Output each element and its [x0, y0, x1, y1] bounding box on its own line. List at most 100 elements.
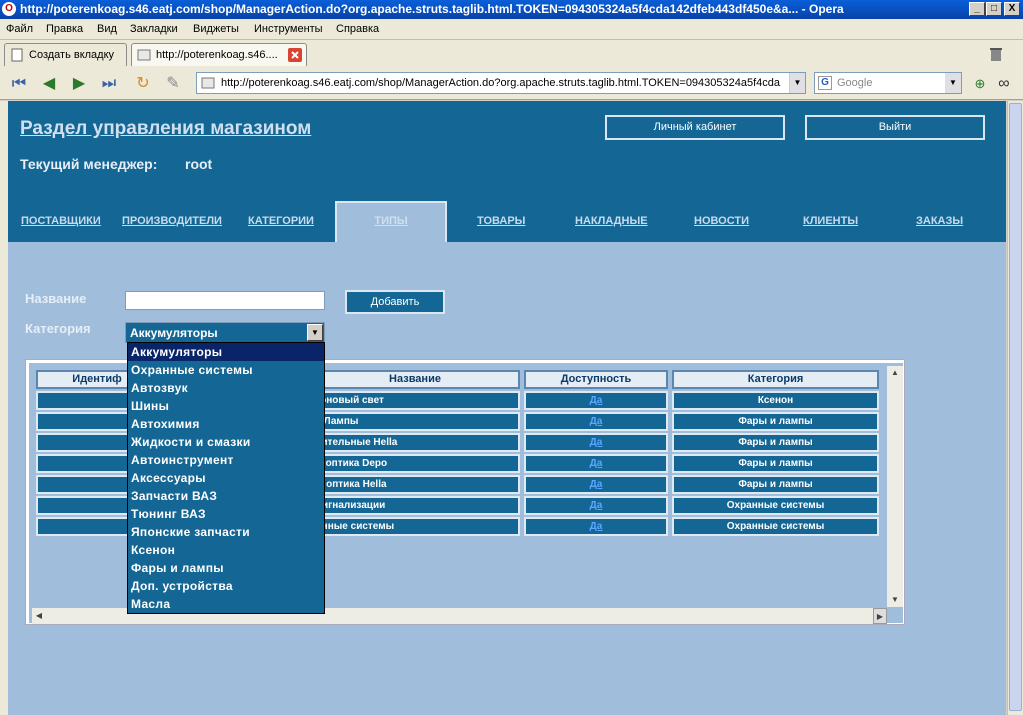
edit-icon[interactable]: ✎	[162, 73, 184, 95]
address-bar[interactable]: http://poterenkoag.s46.eatj.com/shop/Man…	[196, 72, 806, 94]
cell-category-text: Фары и лампы	[738, 458, 813, 469]
cell-availability[interactable]: Да	[524, 391, 668, 410]
close-tab-icon[interactable]	[288, 48, 302, 62]
dropdown-option[interactable]: Жидкости и смазки	[128, 433, 324, 451]
page-icon	[201, 77, 215, 89]
new-tab-label: Создать вкладку	[29, 49, 115, 61]
dropdown-option[interactable]: Автозвук	[128, 379, 324, 397]
dropdown-option[interactable]: Аккумуляторы	[128, 343, 324, 361]
minimize-button[interactable]: _	[969, 2, 985, 16]
cell-category-text: Фары и лампы	[738, 416, 813, 427]
availability-link[interactable]: Да	[590, 437, 603, 448]
dropdown-option[interactable]: Охранные системы	[128, 361, 324, 379]
dropdown-option[interactable]: Шины	[128, 397, 324, 415]
tab-orders[interactable]: ЗАКАЗЫ	[916, 215, 963, 227]
trash-icon[interactable]	[988, 46, 1004, 62]
menu-widgets[interactable]: Виджеты	[193, 23, 239, 35]
cell-availability[interactable]: Да	[524, 496, 668, 515]
cell-category-text: Ксенон	[757, 395, 794, 406]
zoom-glasses-icon[interactable]: ∞	[993, 73, 1015, 95]
tab-news[interactable]: НОВОСТИ	[694, 215, 749, 227]
header-availability: Доступность	[524, 370, 668, 389]
menu-view[interactable]: Вид	[97, 23, 117, 35]
page-scrollbar-thumb[interactable]	[1009, 103, 1022, 711]
back-icon[interactable]: ◀	[38, 73, 60, 95]
new-tab-button[interactable]: Создать вкладку	[4, 43, 127, 66]
scroll-right-icon[interactable]: ▶	[873, 608, 887, 624]
dropdown-option[interactable]: Доп. устройства	[128, 577, 324, 595]
dropdown-option[interactable]: Аксессуары	[128, 469, 324, 487]
dropdown-option[interactable]: Ксенон	[128, 541, 324, 559]
availability-link[interactable]: Да	[590, 500, 603, 511]
url-text: http://poterenkoag.s46.eatj.com/shop/Man…	[221, 77, 781, 89]
fast-forward-icon[interactable]: ⏭	[98, 73, 120, 95]
rewind-icon[interactable]: ⏮	[8, 73, 30, 95]
name-input[interactable]	[125, 291, 325, 310]
menu-help[interactable]: Справка	[336, 23, 379, 35]
page-scrollbar[interactable]	[1007, 101, 1023, 715]
cell-availability[interactable]: Да	[524, 454, 668, 473]
availability-link[interactable]: Да	[590, 458, 603, 469]
chevron-down-icon[interactable]: ▼	[307, 324, 323, 341]
window-titlebar: O http://poterenkoag.s46.eatj.com/shop/M…	[0, 0, 1023, 19]
add-button[interactable]: Добавить	[345, 290, 445, 314]
forward-icon[interactable]: ▶	[68, 73, 90, 95]
name-label: Название	[25, 291, 87, 306]
scroll-left-icon[interactable]: ◀	[32, 608, 46, 624]
dropdown-option[interactable]: Тюнинг ВАЗ	[128, 505, 324, 523]
chevron-down-icon[interactable]: ▼	[789, 73, 805, 93]
cell-category-text: Охранные системы	[726, 500, 825, 511]
chevron-down-icon[interactable]: ▼	[945, 73, 961, 93]
site-title-link[interactable]: Раздел управления магазином	[20, 118, 311, 140]
site-header: Раздел управления магазином Текущий мене…	[8, 101, 1006, 242]
category-dropdown-list[interactable]: Аккумуляторы Охранные системы Автозвук Шины…	[127, 342, 325, 614]
cell-category: Охранные системы	[672, 496, 879, 515]
search-field[interactable]: G Google ▼	[814, 72, 962, 94]
new-tab-icon	[11, 48, 23, 62]
scroll-down-icon[interactable]: ▼	[887, 593, 903, 607]
tab-products[interactable]: ТОВАРЫ	[477, 215, 525, 227]
logout-button[interactable]: Выйти	[805, 115, 985, 140]
dropdown-option[interactable]: Японские запчасти	[128, 523, 324, 541]
cabinet-button[interactable]: Личный кабинет	[605, 115, 785, 140]
google-icon: G	[818, 76, 832, 90]
cell-category-text: Фары и лампы	[738, 479, 813, 490]
tab-clients[interactable]: КЛИЕНТЫ	[803, 215, 858, 227]
menu-tools[interactable]: Инструменты	[254, 23, 323, 35]
cell-availability[interactable]: Да	[524, 475, 668, 494]
close-window-button[interactable]: X	[1004, 2, 1020, 16]
availability-link[interactable]: Да	[590, 395, 603, 406]
tab-manufacturers[interactable]: ПРОИЗВОДИТЕЛИ	[122, 215, 222, 227]
dropdown-option[interactable]: Запчасти ВАЗ	[128, 487, 324, 505]
manager-name: root	[185, 156, 213, 172]
availability-link[interactable]: Да	[590, 479, 603, 490]
tab-invoices[interactable]: НАКЛАДНЫЕ	[575, 215, 648, 227]
table-vertical-scrollbar[interactable]: ▲ ▼	[887, 366, 903, 607]
dropdown-option[interactable]: Фары и лампы	[128, 559, 324, 577]
bookmark-add-icon[interactable]: ⊕	[969, 73, 991, 95]
tab-types[interactable]: ТИПЫ	[335, 201, 447, 242]
cell-availability[interactable]: Да	[524, 517, 668, 536]
reload-icon[interactable]: ↻	[132, 73, 154, 95]
menu-file[interactable]: Файл	[6, 23, 33, 35]
search-placeholder: Google	[837, 77, 873, 89]
cell-availability[interactable]: Да	[524, 412, 668, 431]
dropdown-option[interactable]: Масла	[128, 595, 324, 613]
cell-category-text: Фары и лампы	[738, 437, 813, 448]
tab-active-page[interactable]: http://poterenkoag.s46....	[131, 43, 307, 66]
category-select[interactable]: Аккумуляторы ▼	[125, 322, 325, 343]
tab-suppliers[interactable]: ПОСТАВЩИКИ	[21, 215, 101, 227]
dropdown-option[interactable]: Автохимия	[128, 415, 324, 433]
maximize-button[interactable]: □	[986, 2, 1002, 16]
category-label: Категория	[25, 321, 91, 336]
tab-categories[interactable]: КАТЕГОРИИ	[248, 215, 314, 227]
scroll-up-icon[interactable]: ▲	[887, 366, 903, 380]
dropdown-option[interactable]: Автоинструмент	[128, 451, 324, 469]
cell-availability[interactable]: Да	[524, 433, 668, 452]
menu-edit[interactable]: Правка	[46, 23, 83, 35]
availability-link[interactable]: Да	[590, 416, 603, 427]
availability-link[interactable]: Да	[590, 521, 603, 532]
menu-bookmarks[interactable]: Закладки	[130, 23, 178, 35]
cell-category: Фары и лампы	[672, 433, 879, 452]
opera-icon: O	[2, 2, 16, 16]
